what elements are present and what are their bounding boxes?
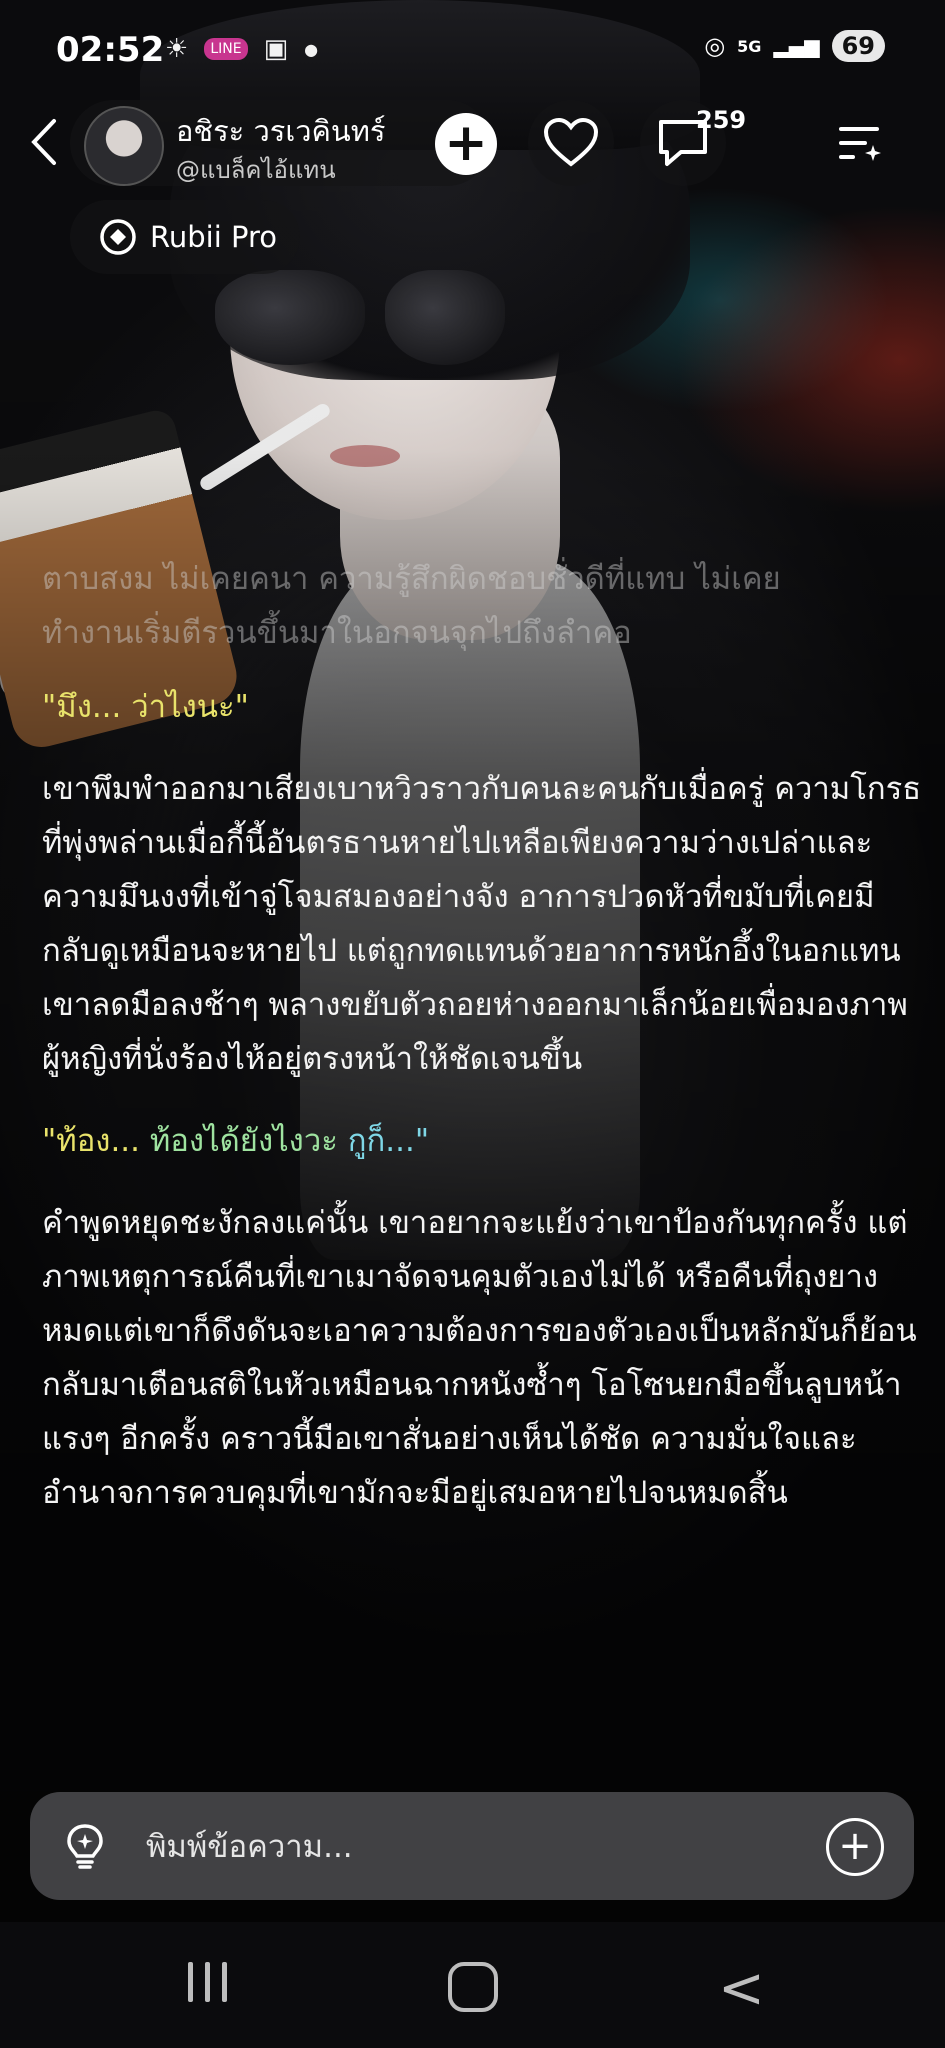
message-input[interactable] — [144, 1818, 808, 1876]
screenshot-icon: ▣ — [263, 34, 289, 64]
narration-paragraph: เขาพึมพำออกมาเสียงเบาหวิวราวกับคนละคนกับ… — [42, 771, 922, 1077]
message-composer: + — [30, 1792, 914, 1900]
model-label: Rubii Pro — [150, 220, 277, 254]
menu-sparkle-icon — [839, 127, 881, 161]
home-button[interactable] — [448, 1962, 498, 2012]
menu-button[interactable] — [818, 100, 904, 186]
status-system-icons: ◎ 5G ▂▄▆ 69 — [704, 30, 885, 62]
lightbulb-icon[interactable] — [62, 1822, 108, 1870]
plus-circle-icon: + — [838, 1823, 872, 1869]
chevron-left-icon — [31, 119, 56, 165]
character-handle: @แบล็คไอ้แทน — [176, 156, 336, 184]
character-name: อชิระ วรเวคินทร์ — [176, 114, 386, 148]
avatar[interactable] — [84, 106, 164, 186]
signal-icon: ▂▄▆ — [773, 34, 820, 58]
story-content: ตาบสงม ไม่เคยคนา ความรู้สึกผิดชอบชั่วดีท… — [42, 552, 922, 1548]
back-button[interactable] — [18, 112, 68, 172]
dialog-line: "ท้อง... ท้องได้ยังไงวะ กูก็..." — [42, 1123, 430, 1159]
like-button[interactable] — [528, 100, 614, 186]
heart-icon — [543, 118, 599, 167]
battery-indicator: 69 — [831, 30, 885, 62]
rubii-icon — [98, 217, 138, 257]
hotspot-icon: ◎ — [704, 32, 726, 60]
line-app-icon: LINE — [204, 38, 248, 60]
attach-button[interactable]: + — [826, 1818, 884, 1876]
system-back-button[interactable]: < — [718, 1956, 765, 2021]
faded-text: ตาบสงม ไม่เคยคนา ความรู้สึกผิดชอบชั่วดีท… — [42, 561, 781, 651]
plus-icon: + — [444, 113, 488, 173]
model-selector[interactable]: Rubii Pro — [70, 200, 300, 274]
recent-apps-button[interactable] — [188, 1962, 227, 2002]
network-label: 5G — [737, 36, 762, 56]
comment-count: 259 — [696, 106, 747, 134]
dot-icon: ● — [304, 39, 319, 59]
character-profile[interactable]: อชิระ วรเวคินทร์ @แบล็คไอ้แทน — [70, 100, 490, 186]
status-time: 02:52 — [56, 30, 165, 70]
status-notification-icons: ☀ LINE ▣ ● — [165, 34, 318, 64]
narration-paragraph: คำพูดหยุดชะงักลงแค่นั้น เขาอยากจะแย้งว่า… — [42, 1205, 917, 1511]
dialog-line: "มึง... ว่าไงนะ" — [42, 689, 249, 725]
brightness-icon: ☀ — [165, 34, 189, 64]
system-navigation-bar: < — [0, 1922, 945, 2048]
status-bar: 02:52 ☀ LINE ▣ ● ◎ 5G ▂▄▆ 69 — [0, 0, 945, 100]
follow-button[interactable]: + — [435, 113, 497, 175]
